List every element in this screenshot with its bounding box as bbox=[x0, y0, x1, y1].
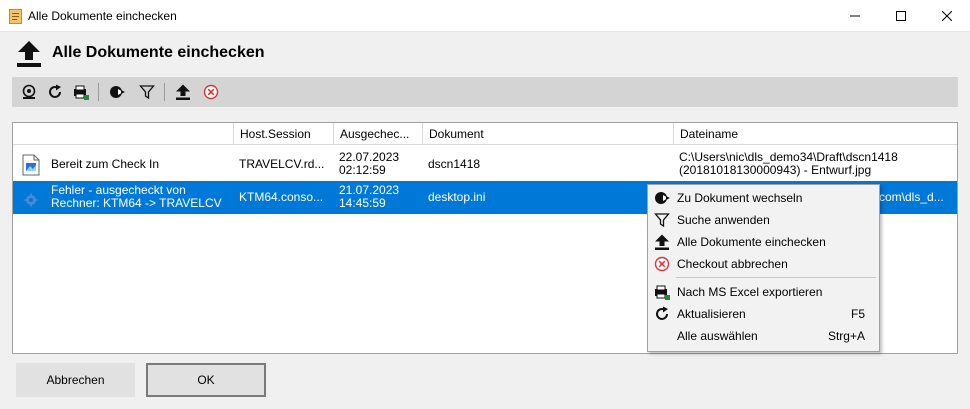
checked-out-time: 02:12:59 bbox=[339, 163, 386, 177]
column-header-filename[interactable]: Dateiname bbox=[673, 123, 957, 145]
status-cell: Bereit zum Check In bbox=[51, 157, 160, 171]
table-row[interactable]: Bereit zum Check In TRAVELCV.rd... 22.07… bbox=[13, 148, 957, 181]
close-button[interactable] bbox=[924, 0, 970, 32]
menu-item-label: Alle auswählen bbox=[677, 329, 758, 343]
menu-item-cancel-checkout[interactable]: Checkout abbrechen bbox=[650, 253, 877, 275]
menu-item-shortcut: Strg+A bbox=[827, 329, 865, 343]
filter-button[interactable] bbox=[138, 83, 156, 101]
page-title: Alle Dokumente einchecken bbox=[52, 44, 265, 61]
document-cell: desktop.ini bbox=[428, 190, 486, 204]
toolbar-separator bbox=[164, 83, 165, 101]
filename-line: (20181018130000943) - Entwurf.jpg bbox=[679, 163, 872, 177]
open-icon bbox=[22, 84, 36, 99]
goto-document-icon bbox=[110, 86, 125, 98]
menu-item-label: Aktualisieren bbox=[677, 307, 746, 321]
cancel-checkout-icon bbox=[654, 256, 670, 272]
column-header-document[interactable]: Dokument bbox=[422, 123, 673, 145]
filter-icon bbox=[654, 212, 670, 228]
menu-item-checkin-all[interactable]: Alle Dokumente einchecken bbox=[650, 231, 877, 253]
cancel-button[interactable]: Abbrechen bbox=[16, 363, 135, 397]
checked-out-cell: 22.07.2023 02:12:59 bbox=[333, 148, 422, 181]
cancel-checkout-button[interactable] bbox=[202, 83, 220, 101]
status-cell: Fehler - ausgecheckt von Rechner: KTM64 … bbox=[45, 181, 233, 214]
menu-item-apply-search[interactable]: Suche anwenden bbox=[650, 209, 877, 231]
menu-item-shortcut: F5 bbox=[850, 307, 865, 321]
maximize-button[interactable] bbox=[878, 0, 924, 32]
menu-item-refresh[interactable]: Aktualisieren F5 bbox=[650, 303, 877, 325]
toolbar-separator bbox=[98, 83, 99, 101]
menu-item-label: Zu Dokument wechseln bbox=[677, 191, 803, 205]
column-header-host-session[interactable]: Host.Session bbox=[233, 123, 333, 145]
maximize-icon bbox=[896, 11, 906, 21]
checkin-all-icon bbox=[176, 84, 190, 100]
excel-export-button[interactable] bbox=[72, 83, 90, 101]
column-header-status[interactable] bbox=[13, 123, 233, 145]
toolbar bbox=[12, 77, 958, 107]
settings-file-icon bbox=[22, 187, 40, 209]
checkin-all-icon bbox=[654, 234, 670, 250]
refresh-icon bbox=[654, 306, 670, 322]
excel-export-icon bbox=[74, 85, 89, 100]
image-file-icon bbox=[22, 154, 40, 176]
checked-out-cell: 21.07.2023 14:45:59 bbox=[333, 181, 422, 214]
document-cell: dscn1418 bbox=[428, 157, 481, 171]
title-bar: Alle Dokumente einchecken bbox=[0, 0, 970, 32]
table-header: Host.Session Ausgechec... Dokument Datei… bbox=[13, 123, 957, 145]
ok-button[interactable]: OK bbox=[146, 363, 266, 397]
excel-export-icon bbox=[654, 284, 670, 300]
minimize-icon bbox=[850, 15, 860, 17]
status-line: Rechner: KTM64 -> TRAVELCV bbox=[51, 196, 222, 210]
refresh-icon bbox=[49, 84, 61, 98]
cancel-checkout-icon bbox=[203, 84, 219, 100]
host-session-cell: KTM64.conso... bbox=[239, 190, 324, 204]
goto-document-icon bbox=[654, 190, 670, 206]
checkin-all-icon bbox=[17, 41, 41, 67]
menu-item-label: Checkout abbrechen bbox=[677, 257, 788, 271]
menu-item-label: Suche anwenden bbox=[677, 213, 770, 227]
app-icon bbox=[9, 9, 22, 24]
menu-separator bbox=[676, 277, 876, 278]
filename-cell: com\dls_d... bbox=[879, 190, 944, 204]
menu-item-goto-document[interactable]: Zu Dokument wechseln bbox=[650, 187, 877, 209]
minimize-button[interactable] bbox=[832, 0, 878, 32]
menu-item-label: Nach MS Excel exportieren bbox=[677, 285, 823, 299]
open-button[interactable] bbox=[20, 83, 38, 101]
menu-item-excel-export[interactable]: Nach MS Excel exportieren bbox=[650, 281, 877, 303]
context-menu: Zu Dokument wechseln Suche anwenden Alle… bbox=[647, 184, 880, 352]
filename-cell: C:\Users\nic\dls_demo34\Draft\dscn1418 (… bbox=[673, 148, 957, 181]
window-title: Alle Dokumente einchecken bbox=[28, 9, 177, 23]
refresh-button[interactable] bbox=[46, 83, 64, 101]
host-session-cell: TRAVELCV.rd... bbox=[239, 157, 325, 171]
goto-document-button[interactable] bbox=[108, 83, 126, 101]
filter-icon bbox=[139, 85, 155, 100]
menu-item-label: Alle Dokumente einchecken bbox=[677, 235, 826, 249]
column-header-checked-out[interactable]: Ausgechec... bbox=[333, 123, 422, 145]
menu-item-select-all[interactable]: Alle auswählen Strg+A bbox=[650, 325, 877, 347]
close-icon bbox=[942, 11, 952, 21]
checked-out-time: 14:45:59 bbox=[339, 196, 386, 210]
checkin-all-button[interactable] bbox=[174, 83, 192, 101]
